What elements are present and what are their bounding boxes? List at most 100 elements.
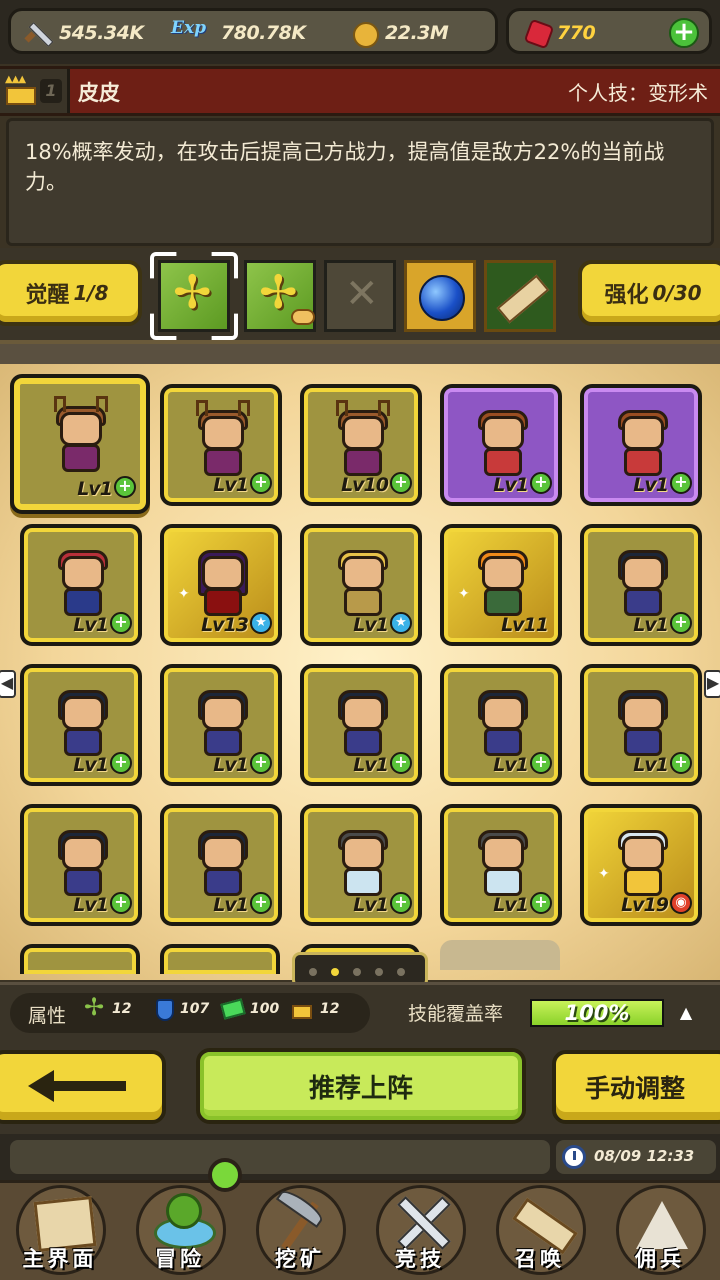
hero-card-partial	[160, 944, 280, 974]
hero-level: Lv19	[621, 894, 669, 916]
hero-portrait-girl	[332, 828, 394, 898]
nav-label: 召唤	[515, 1247, 565, 1271]
hero-level: Lv1	[633, 474, 669, 496]
level-up-button[interactable]: +	[250, 472, 272, 494]
enhance-label: 强化	[604, 283, 649, 308]
level-up-button[interactable]: +	[670, 472, 692, 494]
crown-icon	[290, 997, 314, 1025]
hero-portrait-ninja	[52, 828, 114, 898]
hero-card[interactable]: Lv1 +	[580, 664, 702, 786]
nav-item-3[interactable]: 竞技	[360, 1183, 480, 1280]
nav-label: 竞技	[395, 1247, 445, 1271]
nav-item-4[interactable]: 召唤	[480, 1183, 600, 1280]
hero-level: Lv1	[633, 614, 669, 636]
hero-card[interactable]: ✦ Lv19 ◉	[580, 804, 702, 926]
level-up-button[interactable]: +	[670, 612, 692, 634]
message-bar[interactable]	[10, 1140, 550, 1174]
level-up-button[interactable]: +	[390, 892, 412, 914]
level-up-button[interactable]: +	[110, 752, 132, 774]
level-up-button[interactable]: +	[114, 476, 136, 498]
exp-icon: Exp	[171, 18, 206, 38]
level-up-button[interactable]: +	[250, 752, 272, 774]
hero-level: Lv1	[353, 614, 389, 636]
enhance-progress: 0/30	[652, 281, 702, 305]
hero-card[interactable]: Lv1 +	[300, 664, 422, 786]
manual-adjust-button[interactable]: 手动调整	[552, 1050, 720, 1124]
sparkle-icon: ✦	[178, 586, 190, 602]
crown-stat: 12	[320, 1001, 340, 1017]
level-up-button[interactable]: +	[530, 472, 552, 494]
nav-item-0[interactable]: 主界面	[0, 1183, 120, 1280]
hero-card[interactable]: Lv1 +	[580, 384, 702, 506]
level-up-button[interactable]: +	[110, 892, 132, 914]
level-up-button[interactable]: +	[670, 752, 692, 774]
level-up-button[interactable]: +	[530, 752, 552, 774]
coverage-label: 技能覆盖率	[408, 1003, 504, 1025]
next-page-arrow[interactable]: ▶	[704, 670, 720, 698]
level-up-button[interactable]: +	[390, 472, 412, 494]
hero-card[interactable]: Lv1 +	[160, 664, 282, 786]
nav-label: 挖矿	[275, 1247, 325, 1271]
clock-display: 08/09 12:33	[556, 1140, 716, 1174]
hero-card[interactable]: Lv1 +	[440, 664, 562, 786]
hero-card[interactable]: Lv1 +	[20, 524, 142, 646]
level-up-button[interactable]: +	[530, 892, 552, 914]
hero-portrait-orange	[472, 548, 534, 618]
hero-portrait-girl	[472, 828, 534, 898]
level-up-button[interactable]: +	[250, 892, 272, 914]
equipment-row: 觉醒 1/8 强化 0/30	[0, 248, 720, 340]
hero-card[interactable]: Lv1 +	[20, 804, 142, 926]
hero-card[interactable]: Lv1 +	[580, 524, 702, 646]
page-dot	[309, 968, 317, 976]
shield-stat: 107	[180, 1001, 210, 1017]
enhance-button[interactable]: 强化 0/30	[578, 260, 720, 326]
hero-card[interactable]: Lv1 +	[160, 384, 282, 506]
level-up-button[interactable]: +	[110, 612, 132, 634]
add-gems-button[interactable]: +	[669, 18, 699, 48]
ruby-icon	[521, 18, 551, 48]
skill-type: 个人技：变形术	[568, 81, 708, 105]
hero-card[interactable]: Lv1 +	[300, 804, 422, 926]
rank-number: 1	[40, 79, 62, 103]
hero-level: Lv1	[77, 478, 113, 500]
hand-icon	[291, 309, 315, 325]
level-up-button[interactable]: +	[390, 752, 412, 774]
coverage-value: 100%	[564, 1001, 630, 1025]
recommend-lineup-button[interactable]: 推荐上阵	[196, 1048, 526, 1124]
hero-card[interactable]: Lv1 +	[440, 804, 562, 926]
gem-value: 770	[557, 22, 596, 44]
hero-portrait-ninja	[612, 548, 674, 618]
expand-arrow-icon[interactable]: ▲	[672, 999, 700, 1027]
equip-slot-2[interactable]	[244, 260, 316, 332]
hero-level: Lv1	[73, 894, 109, 916]
hero-card[interactable]: ✦ Lv11	[440, 524, 562, 646]
hero-level: Lv1	[213, 474, 249, 496]
nav-item-2[interactable]: 挖矿	[240, 1183, 360, 1280]
notification-dot	[208, 1158, 242, 1192]
exp-value: 780.78K	[221, 22, 306, 44]
hero-card[interactable]: Lv1 +	[440, 384, 562, 506]
page-dot	[331, 968, 339, 976]
hero-card[interactable]: Lv1 +	[10, 374, 150, 514]
hero-card[interactable]: ✦ Lv13 ★	[160, 524, 282, 646]
hero-card[interactable]: Lv1 +	[160, 804, 282, 926]
equip-slot-4[interactable]	[404, 260, 476, 332]
awaken-button[interactable]: 觉醒 1/8	[0, 260, 142, 326]
prev-page-arrow[interactable]: ◀	[0, 670, 16, 698]
hero-card-partial	[20, 944, 140, 974]
back-button[interactable]	[0, 1050, 166, 1124]
hero-level: Lv1	[493, 894, 529, 916]
nav-item-5[interactable]: 佣兵	[600, 1183, 720, 1280]
page-dot	[375, 968, 383, 976]
hero-card[interactable]: Lv1 ★	[300, 524, 422, 646]
hero-portrait-ninja	[52, 688, 114, 758]
equip-slot-5[interactable]	[484, 260, 556, 332]
hero-card[interactable]: Lv10 +	[300, 384, 422, 506]
hero-card[interactable]: Lv1 +	[20, 664, 142, 786]
nav-item-1[interactable]: 冒险	[120, 1183, 240, 1280]
sparkle-icon: ✦	[458, 586, 470, 602]
hero-portrait-redhair	[52, 548, 114, 618]
equip-slot-3[interactable]	[324, 260, 396, 332]
grid-frame	[0, 344, 720, 364]
gem-stat: 100	[250, 1001, 280, 1017]
